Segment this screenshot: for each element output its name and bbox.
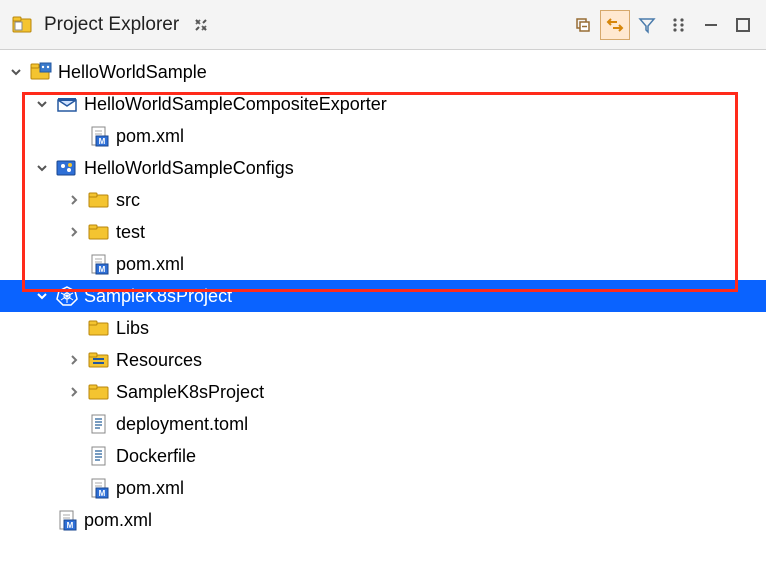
node-label: HelloWorldSampleCompositeExporter — [82, 94, 387, 115]
tree-node-configs-pom[interactable]: M pom.xml — [0, 248, 766, 280]
leaf-spacer — [64, 318, 84, 338]
leaf-spacer — [64, 414, 84, 434]
folder-icon — [88, 221, 110, 243]
tree-node-deployment[interactable]: deployment.toml — [0, 408, 766, 440]
leaf-spacer — [32, 510, 52, 530]
svg-text:M: M — [67, 521, 74, 530]
maven-file-icon: M — [88, 253, 110, 275]
node-label: SampleK8sProject — [114, 382, 264, 403]
folder-icon — [88, 189, 110, 211]
svg-text:M: M — [99, 137, 106, 146]
view-header: Project Explorer — [0, 0, 766, 50]
kubernetes-icon — [56, 285, 78, 307]
tree-node-k8s-folder[interactable]: SampleK8sProject — [0, 376, 766, 408]
svg-text:M: M — [99, 265, 106, 274]
text-file-icon — [88, 445, 110, 467]
node-label: test — [114, 222, 145, 243]
tree-node-exporter-pom[interactable]: M pom.xml — [0, 120, 766, 152]
maven-project-icon — [30, 61, 52, 83]
maximize-icon[interactable] — [728, 10, 758, 40]
maven-file-icon: M — [56, 509, 78, 531]
view-title: Project Explorer — [44, 14, 179, 36]
collapse-all-icon[interactable] — [568, 10, 598, 40]
view-menu-icon[interactable] — [664, 10, 694, 40]
leaf-spacer — [64, 478, 84, 498]
leaf-spacer — [64, 254, 84, 274]
node-label: HelloWorldSampleConfigs — [82, 158, 294, 179]
node-label: Dockerfile — [114, 446, 196, 467]
minimize-icon[interactable] — [696, 10, 726, 40]
node-label: pom.xml — [114, 254, 184, 275]
folder-icon — [88, 317, 110, 339]
chevron-down-icon[interactable] — [6, 62, 26, 82]
node-label: src — [114, 190, 140, 211]
chevron-down-icon[interactable] — [32, 158, 52, 178]
project-tree[interactable]: HelloWorldSample HelloWorldSampleComposi… — [0, 50, 766, 542]
node-label: pom.xml — [82, 510, 152, 531]
tree-node-resources[interactable]: Resources — [0, 344, 766, 376]
tree-node-test[interactable]: test — [0, 216, 766, 248]
maven-file-icon: M — [88, 125, 110, 147]
composite-exporter-icon — [56, 93, 78, 115]
leaf-spacer — [64, 126, 84, 146]
tree-node-configs[interactable]: HelloWorldSampleConfigs — [0, 152, 766, 184]
tree-node-k8s[interactable]: SampleK8sProject — [0, 280, 766, 312]
text-file-icon — [88, 413, 110, 435]
chevron-right-icon[interactable] — [64, 222, 84, 242]
close-view-icon[interactable] — [193, 17, 209, 33]
filter-icon[interactable] — [632, 10, 662, 40]
node-label: pom.xml — [114, 126, 184, 147]
view-title-wrap: Project Explorer — [8, 14, 209, 36]
configs-project-icon — [56, 157, 78, 179]
resources-folder-icon — [88, 349, 110, 371]
tree-node-k8s-pom[interactable]: M pom.xml — [0, 472, 766, 504]
node-label: Libs — [114, 318, 149, 339]
chevron-right-icon[interactable] — [64, 382, 84, 402]
node-label: deployment.toml — [114, 414, 248, 435]
svg-text:M: M — [99, 489, 106, 498]
tree-node-exporter[interactable]: HelloWorldSampleCompositeExporter — [0, 88, 766, 120]
chevron-down-icon[interactable] — [32, 286, 52, 306]
maven-file-icon: M — [88, 477, 110, 499]
chevron-right-icon[interactable] — [64, 190, 84, 210]
tree-node-libs[interactable]: Libs — [0, 312, 766, 344]
tree-node-root-pom[interactable]: M pom.xml — [0, 504, 766, 536]
tree-node-src[interactable]: src — [0, 184, 766, 216]
tree-node-helloworldsample[interactable]: HelloWorldSample — [0, 56, 766, 88]
node-label: Resources — [114, 350, 202, 371]
link-editor-icon[interactable] — [600, 10, 630, 40]
node-label: pom.xml — [114, 478, 184, 499]
view-toolbar — [568, 10, 758, 40]
project-explorer-icon — [12, 14, 34, 36]
node-label: HelloWorldSample — [56, 62, 207, 83]
folder-icon — [88, 381, 110, 403]
node-label: SampleK8sProject — [82, 286, 232, 307]
tree-node-dockerfile[interactable]: Dockerfile — [0, 440, 766, 472]
chevron-right-icon[interactable] — [64, 350, 84, 370]
chevron-down-icon[interactable] — [32, 94, 52, 114]
leaf-spacer — [64, 446, 84, 466]
